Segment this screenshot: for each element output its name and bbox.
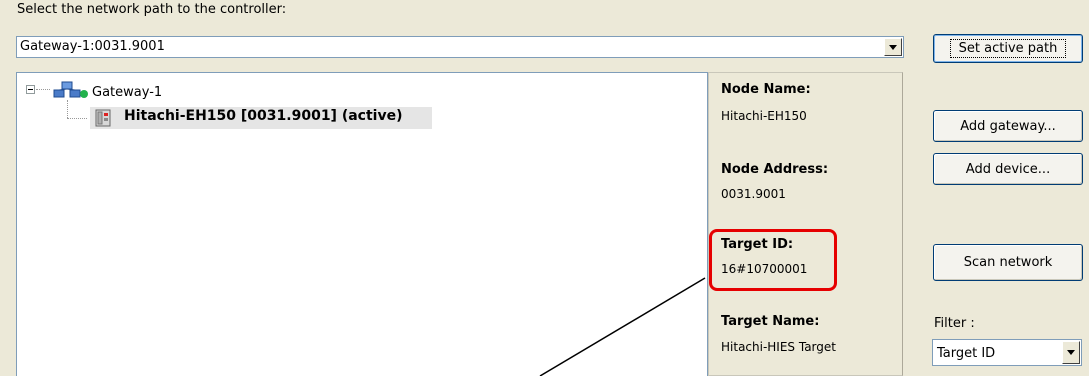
add-gateway-button[interactable]: Add gateway...	[933, 110, 1083, 142]
filter-label: Filter :	[934, 316, 975, 331]
tree-item-device-label: Hitachi-EH150 [0031.9001] (active)	[124, 108, 403, 124]
status-green-icon	[80, 90, 88, 98]
filter-select[interactable]: Target ID	[932, 339, 1082, 366]
set-active-path-label: Set active path	[949, 39, 1067, 58]
add-device-button[interactable]: Add device...	[933, 153, 1083, 185]
tree-connector	[67, 100, 68, 118]
chevron-down-icon[interactable]	[884, 38, 902, 56]
network-gateway-icon	[53, 81, 88, 98]
plc-device-icon	[95, 109, 111, 127]
node-name-value: Hitachi-EH150	[721, 109, 807, 123]
tree-item-gateway[interactable]: Gateway-1	[92, 85, 162, 100]
node-name-label: Node Name:	[721, 82, 811, 97]
target-name-value: Hitachi-HIES Target	[721, 340, 836, 354]
scan-network-button[interactable]: Scan network	[933, 244, 1083, 281]
node-address-label: Node Address:	[721, 162, 829, 177]
filter-value: Target ID	[937, 346, 996, 361]
path-prompt-label: Select the network path to the controlle…	[17, 2, 287, 17]
network-path-value: Gateway-1:0031.9001	[20, 39, 165, 54]
chevron-down-icon[interactable]	[1062, 341, 1080, 364]
node-address-value: 0031.9001	[721, 187, 786, 201]
target-name-label: Target Name:	[721, 314, 820, 329]
tree-connector	[67, 118, 87, 119]
target-id-highlight	[709, 229, 837, 291]
tree-collapse-toggle[interactable]	[26, 85, 35, 94]
tree-connector	[36, 89, 50, 90]
set-active-path-button[interactable]: Set active path	[933, 34, 1083, 63]
network-path-select[interactable]: Gateway-1:0031.9001	[16, 36, 904, 58]
